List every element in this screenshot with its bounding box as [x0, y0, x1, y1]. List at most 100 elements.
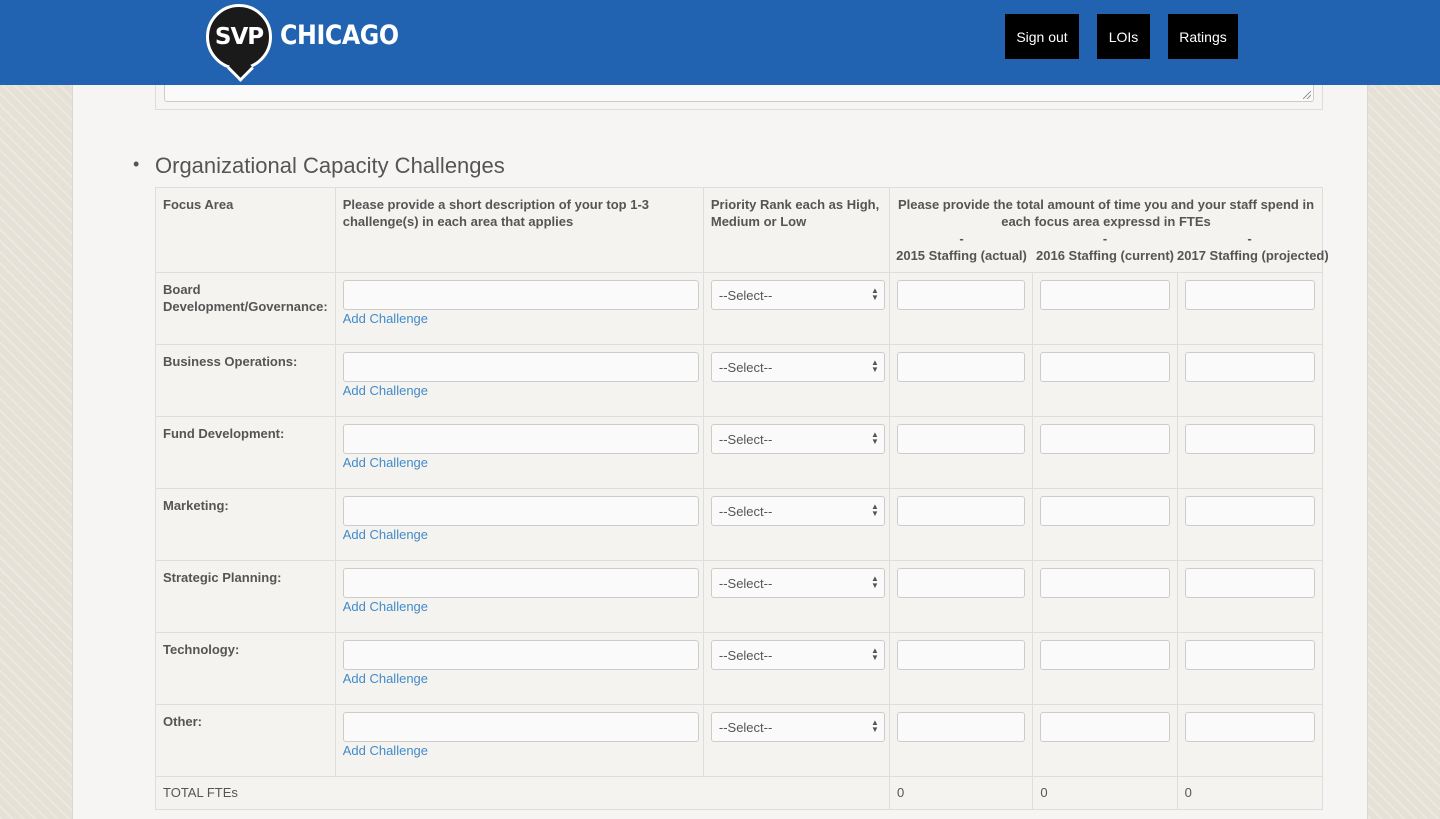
add-challenge-link[interactable]: Add Challenge: [343, 743, 703, 758]
updown-arrows-icon: ▲ ▼: [870, 430, 879, 446]
svp-pin-icon: SVP: [206, 4, 272, 70]
description-cell: Add Challenge: [334, 632, 704, 705]
fte-2015-input[interactable]: [897, 640, 1026, 670]
fte-2015-input[interactable]: [897, 352, 1026, 382]
fte-2015-input[interactable]: [897, 496, 1026, 526]
fte-2017-input[interactable]: [1184, 424, 1315, 454]
description-cell: Add Challenge: [334, 416, 704, 489]
priority-select[interactable]: --Select-- ▲ ▼: [710, 496, 885, 526]
challenge-input[interactable]: [342, 496, 699, 526]
fte-2016-input[interactable]: [1040, 712, 1170, 742]
add-challenge-link[interactable]: Add Challenge: [343, 599, 703, 614]
main-content: • Organizational Capacity Challenges Foc…: [72, 0, 1368, 819]
fte-2017-input[interactable]: [1184, 568, 1315, 598]
fte-2015-input[interactable]: [897, 424, 1026, 454]
priority-cell: --Select-- ▲ ▼: [702, 416, 891, 489]
challenge-input[interactable]: [342, 640, 699, 670]
focus-area-label: Fund Development:: [155, 416, 336, 489]
fte-2016-cell: [1032, 560, 1178, 633]
fte-2015-cell: [888, 344, 1034, 417]
priority-cell: --Select-- ▲ ▼: [702, 632, 891, 705]
fte-2016-cell: [1032, 416, 1178, 489]
fte-2015-input[interactable]: [897, 568, 1026, 598]
header-priority: Priority Rank each as High, Medium or Lo…: [702, 187, 891, 273]
challenge-input[interactable]: [342, 352, 699, 382]
fte-2017-input[interactable]: [1184, 640, 1315, 670]
fte-2015-cell: [888, 488, 1034, 561]
challenge-input[interactable]: [342, 712, 699, 742]
fte-2016-cell: [1032, 344, 1178, 417]
add-challenge-link[interactable]: Add Challenge: [343, 527, 703, 542]
add-challenge-link[interactable]: Add Challenge: [343, 455, 703, 470]
priority-select[interactable]: --Select-- ▲ ▼: [710, 640, 885, 670]
fte-2016-input[interactable]: [1040, 424, 1170, 454]
fte-2017-cell: [1176, 344, 1324, 417]
focus-area-label: Other:: [155, 704, 336, 777]
focus-area-label: Marketing:: [155, 488, 336, 561]
add-challenge-link[interactable]: Add Challenge: [343, 383, 703, 398]
priority-select[interactable]: --Select-- ▲ ▼: [710, 424, 885, 454]
add-challenge-link[interactable]: Add Challenge: [343, 671, 703, 686]
section-title: Organizational Capacity Challenges: [155, 153, 505, 178]
fte-2015-cell: [888, 272, 1034, 345]
fte-2016-cell: [1032, 488, 1178, 561]
fte-2017-cell: [1176, 488, 1324, 561]
fte-2017-cell: [1176, 272, 1324, 345]
total-2015: 0: [888, 776, 1034, 810]
resize-grip-icon[interactable]: [1303, 91, 1311, 99]
priority-cell: --Select-- ▲ ▼: [702, 560, 891, 633]
header-2016-label: 2016 Staffing (current): [1036, 248, 1174, 263]
priority-cell: --Select-- ▲ ▼: [702, 704, 891, 777]
fte-2016-input[interactable]: [1040, 352, 1170, 382]
priority-select-value: --Select--: [718, 431, 773, 447]
fte-2015-cell: [888, 632, 1034, 705]
lois-button[interactable]: LOIs: [1097, 14, 1150, 59]
add-challenge-link[interactable]: Add Challenge: [343, 311, 703, 326]
header-2017-label: 2017 Staffing (projected): [1177, 248, 1329, 263]
fte-2016-input[interactable]: [1040, 280, 1170, 310]
table-header-row: Focus Area Please provide a short descri…: [155, 187, 1329, 273]
priority-select[interactable]: --Select-- ▲ ▼: [710, 352, 885, 382]
priority-cell: --Select-- ▲ ▼: [702, 344, 891, 417]
priority-cell: --Select-- ▲ ▼: [702, 488, 891, 561]
fte-2015-input[interactable]: [897, 712, 1026, 742]
challenge-input[interactable]: [342, 280, 699, 310]
priority-select-value: --Select--: [718, 503, 773, 519]
table-row: Business Operations: Add Challenge --Sel…: [155, 344, 1324, 417]
focus-area-label: Board Development/Governance:: [155, 272, 336, 345]
site-header: SVP CHICAGO Sign out LOIs Ratings: [0, 0, 1440, 85]
fte-2016-cell: [1032, 632, 1178, 705]
header-2015-dash: -: [959, 231, 964, 246]
description-cell: Add Challenge: [334, 560, 704, 633]
table-row: Board Development/Governance: Add Challe…: [155, 272, 1324, 345]
updown-arrows-icon: ▲ ▼: [870, 646, 879, 662]
challenge-input[interactable]: [342, 568, 699, 598]
header-time-fte: Please provide the total amount of time …: [889, 187, 1329, 273]
updown-arrows-icon: ▲ ▼: [870, 574, 879, 590]
ratings-button[interactable]: Ratings: [1168, 14, 1238, 59]
priority-cell: --Select-- ▲ ▼: [702, 272, 891, 345]
fte-2016-input[interactable]: [1040, 496, 1170, 526]
fte-2017-input[interactable]: [1184, 280, 1315, 310]
total-2016: 0: [1032, 776, 1178, 810]
priority-select-value: --Select--: [718, 575, 773, 591]
table-row: Fund Development: Add Challenge --Select…: [155, 416, 1324, 489]
priority-select[interactable]: --Select-- ▲ ▼: [710, 280, 885, 310]
sign-out-button[interactable]: Sign out: [1005, 14, 1079, 59]
fte-2016-input[interactable]: [1040, 640, 1170, 670]
priority-select[interactable]: --Select-- ▲ ▼: [710, 712, 885, 742]
fte-2016-cell: [1032, 272, 1178, 345]
fte-2016-input[interactable]: [1040, 568, 1170, 598]
header-2015: - 2015 Staffing (actual): [890, 230, 1033, 264]
header-description: Please provide a short description of yo…: [334, 187, 704, 273]
fte-2017-input[interactable]: [1184, 496, 1315, 526]
svp-chicago-logo[interactable]: SVP CHICAGO: [206, 4, 399, 78]
description-cell: Add Challenge: [334, 344, 704, 417]
fte-2016-cell: [1032, 704, 1178, 777]
challenge-input[interactable]: [342, 424, 699, 454]
fte-2015-input[interactable]: [897, 280, 1026, 310]
priority-select[interactable]: --Select-- ▲ ▼: [710, 568, 885, 598]
fte-2017-input[interactable]: [1184, 352, 1315, 382]
fte-2017-input[interactable]: [1184, 712, 1315, 742]
logo-wordmark: CHICAGO: [280, 20, 399, 51]
